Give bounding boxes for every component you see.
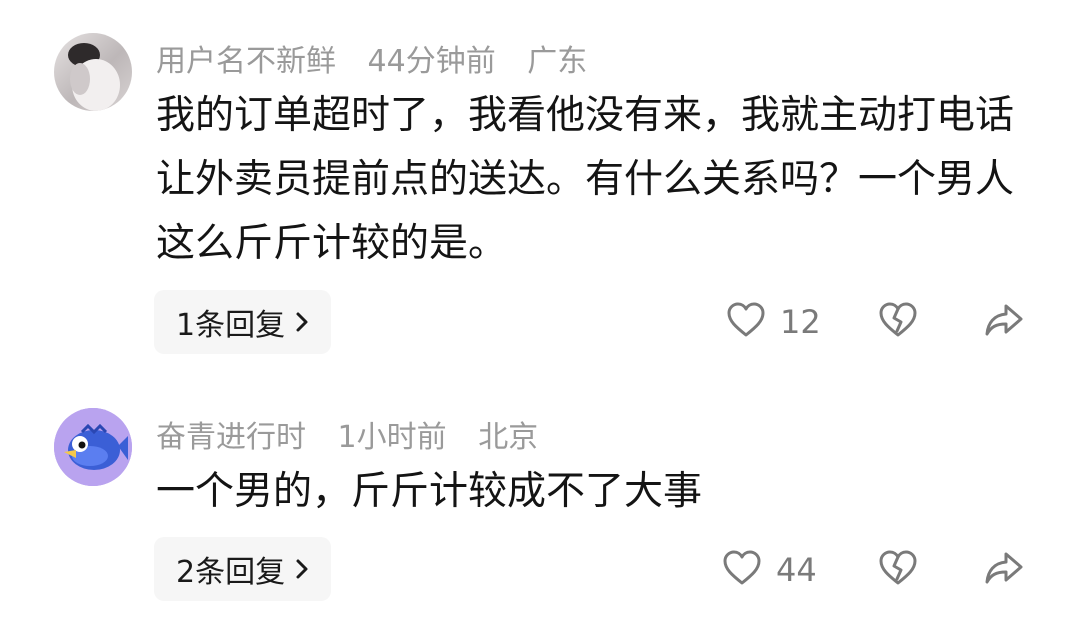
username[interactable]: 用户名不新鲜 [156, 44, 336, 79]
chevron-right-icon [295, 558, 309, 580]
location: 北京 [478, 420, 539, 455]
heart-icon [726, 301, 766, 343]
heart-icon [722, 549, 762, 591]
timestamp: 44分钟前 [367, 44, 496, 79]
view-replies-button[interactable]: 1条回复 [154, 290, 332, 354]
dislike-button[interactable] [878, 549, 918, 591]
like-button[interactable]: 44 [722, 549, 817, 591]
like-button[interactable]: 12 [726, 301, 821, 343]
share-arrow-icon [984, 550, 1024, 590]
comment-text: 我的订单超时了，我看他没有来，我就主动打电话让外卖员提前点的送达。有什么关系吗？… [156, 93, 1015, 266]
timestamp: 1小时前 [337, 420, 447, 455]
reply-count-label: 1条回复 [176, 308, 286, 343]
view-replies-button[interactable]: 2条回复 [154, 537, 332, 601]
location: 广东 [527, 44, 588, 79]
avatar[interactable] [54, 408, 132, 486]
like-count: 44 [776, 551, 817, 589]
share-arrow-icon [984, 302, 1024, 342]
username[interactable]: 奋青进行时 [156, 420, 306, 455]
like-count: 12 [780, 303, 821, 341]
chevron-right-icon [295, 311, 309, 333]
dislike-button[interactable] [878, 301, 918, 343]
reply-count-label: 2条回复 [176, 555, 286, 590]
comment-text: 一个男的，斤斤计较成不了大事 [156, 469, 703, 514]
broken-heart-icon [878, 549, 918, 591]
avatar[interactable] [54, 33, 132, 111]
comment-meta: 用户名不新鲜 44分钟前 广东 [156, 36, 609, 80]
comment-meta: 奋青进行时 1小时前 北京 [156, 412, 560, 456]
share-button[interactable] [984, 302, 1024, 342]
share-button[interactable] [984, 550, 1024, 590]
broken-heart-icon [878, 301, 918, 343]
